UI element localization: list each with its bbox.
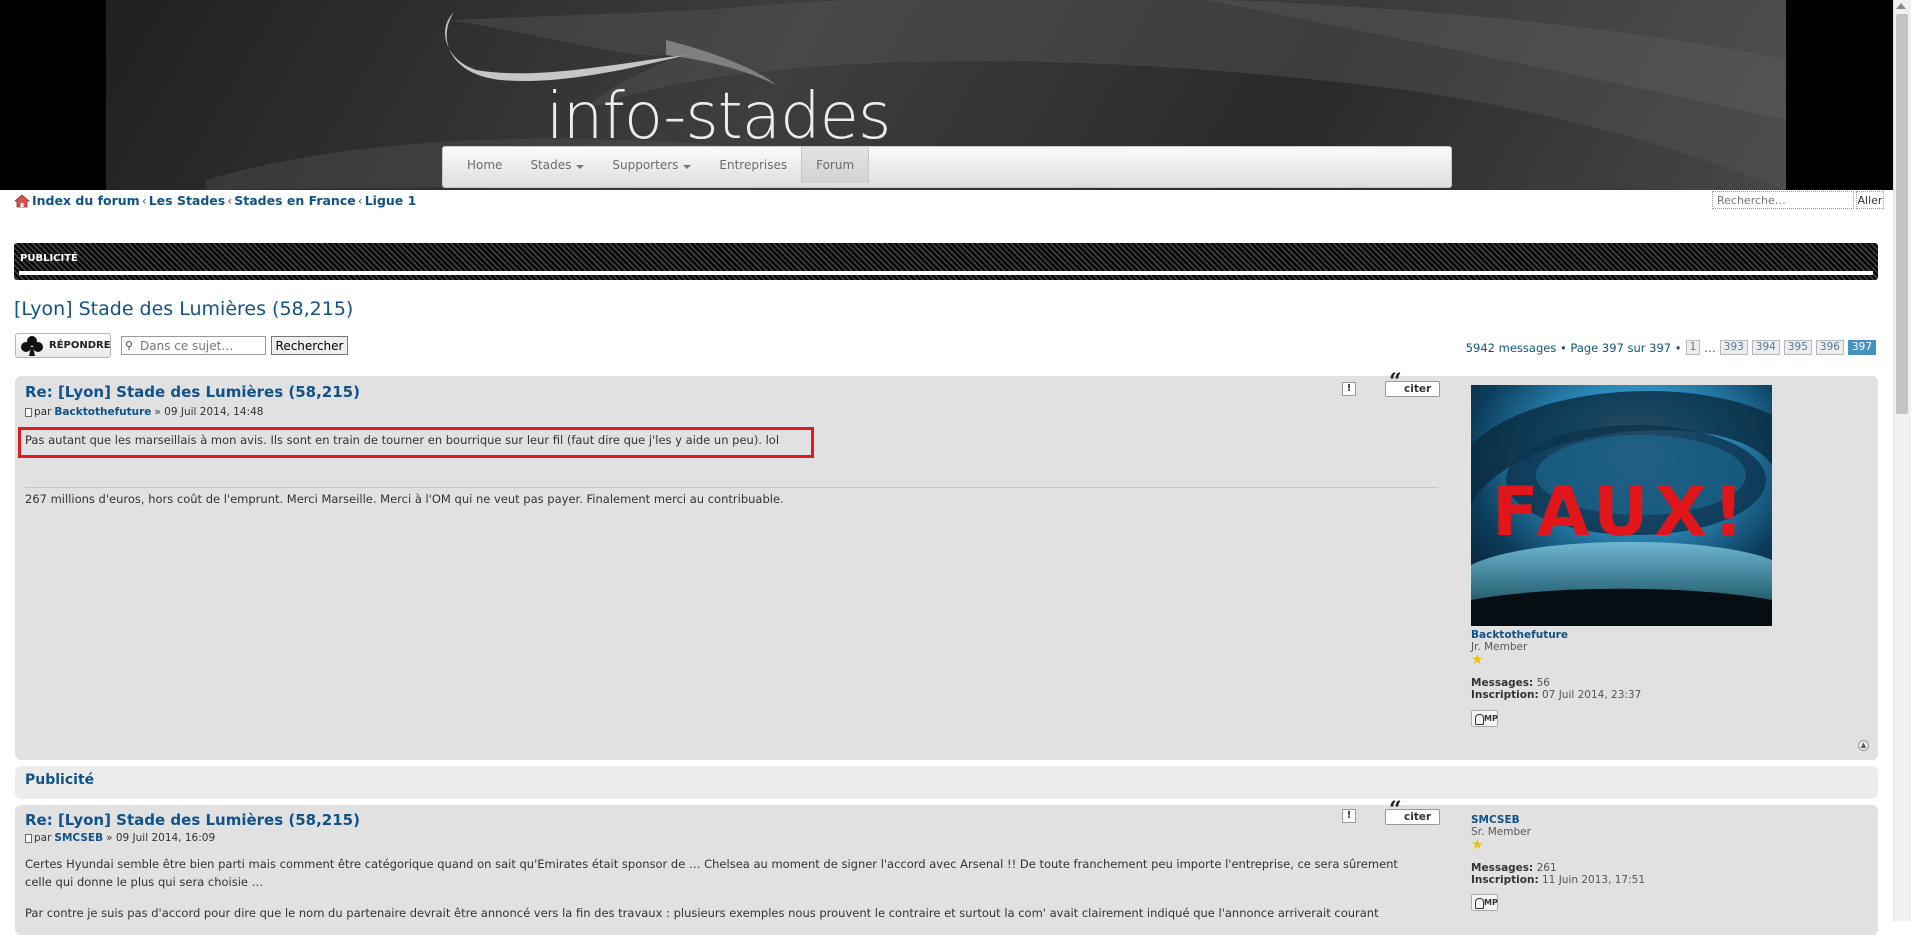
pagination: 5942 messages • Page 397 sur 397 • 1 … 3… bbox=[1466, 340, 1876, 355]
search-go-button[interactable]: Aller bbox=[1856, 191, 1884, 209]
avatar-image: FAUX! bbox=[1471, 385, 1772, 626]
report-button[interactable]: ! bbox=[1342, 809, 1356, 823]
main-navbar: Home Stades Supporters Entreprises Forum bbox=[442, 146, 1452, 188]
reply-button[interactable]: RÉPONDRE bbox=[15, 333, 111, 358]
pagination-ellipsis: … bbox=[1704, 340, 1716, 355]
nav-entreprises[interactable]: Entreprises bbox=[705, 147, 801, 183]
nav-home-label: Home bbox=[467, 158, 503, 172]
page-link-393[interactable]: 393 bbox=[1719, 340, 1748, 355]
private-message-button[interactable]: MP bbox=[1471, 710, 1498, 727]
reply-button-label: RÉPONDRE bbox=[49, 340, 111, 351]
profile-joined: Inscription: 07 Juil 2014, 23:37 bbox=[1471, 689, 1641, 701]
topic-search-input[interactable] bbox=[121, 336, 266, 355]
ad-banner-label: PUBLICITÉ bbox=[20, 253, 78, 264]
search-input[interactable] bbox=[1712, 191, 1854, 209]
quote-button-label: citer bbox=[1404, 811, 1432, 823]
site-logo[interactable]: info-stades bbox=[546, 82, 891, 152]
home-icon bbox=[14, 193, 30, 207]
breadcrumb-index[interactable]: Index du forum bbox=[32, 193, 140, 208]
post-by: par bbox=[34, 406, 52, 418]
ad-banner-divider bbox=[19, 271, 1873, 275]
post-title[interactable]: Re: [Lyon] Stade des Lumières (58,215) bbox=[25, 383, 360, 401]
post-author-link[interactable]: Backtothefuture bbox=[54, 406, 151, 418]
profile-name[interactable]: Backtothefuture bbox=[1471, 629, 1568, 641]
post-link-icon[interactable] bbox=[25, 833, 32, 843]
post-date: » 09 Juil 2014, 16:09 bbox=[106, 832, 216, 844]
profile-messages-label: Messages: bbox=[1471, 862, 1534, 874]
topic-title[interactable]: [Lyon] Stade des Lumières (58,215) bbox=[14, 298, 353, 320]
caret-down-icon bbox=[576, 165, 585, 169]
post-by: par bbox=[34, 832, 52, 844]
breadcrumb-separator: ‹ bbox=[227, 193, 233, 208]
quote-button[interactable]: “ citer bbox=[1385, 799, 1440, 825]
post-body: Certes Hyundai semble être bien parti ma… bbox=[25, 855, 1445, 922]
profile-messages: Messages: 261 bbox=[1471, 862, 1557, 874]
profile-joined-label: Inscription: bbox=[1471, 689, 1539, 701]
profile-messages-count[interactable]: 56 bbox=[1537, 677, 1550, 689]
caret-down-icon bbox=[683, 165, 692, 169]
profile-messages: Messages: 56 bbox=[1471, 677, 1550, 689]
profile-messages-count[interactable]: 261 bbox=[1537, 862, 1557, 874]
private-message-button[interactable]: MP bbox=[1471, 894, 1498, 911]
breadcrumb: Index du forum ‹ Les Stades ‹ Stades en … bbox=[14, 193, 416, 208]
nav-forum-label: Forum bbox=[816, 158, 855, 172]
pagination-summary: 5942 messages • Page 397 sur 397 • bbox=[1465, 340, 1682, 355]
profile-joined: Inscription: 11 Juin 2013, 17:51 bbox=[1471, 874, 1645, 886]
breadcrumb-separator: ‹ bbox=[357, 193, 363, 208]
post-signature: 267 millions d'euros, hors coût de l'emp… bbox=[25, 492, 784, 506]
site-header: info-stades Home Stades Supporters Entre… bbox=[0, 0, 1911, 190]
magnifier-icon: ⚲ bbox=[125, 339, 134, 352]
profile-joined-date: 07 Juil 2014, 23:37 bbox=[1542, 689, 1642, 701]
post-author-link[interactable]: SMCSEB bbox=[54, 832, 103, 844]
page-current-397: 397 bbox=[1847, 340, 1876, 355]
breadcrumb-stades-en-france[interactable]: Stades en France bbox=[234, 193, 355, 208]
post-body: Pas autant que les marseillais à mon avi… bbox=[25, 433, 780, 447]
nav-forum[interactable]: Forum bbox=[801, 147, 870, 183]
post-paragraph: Certes Hyundai semble être bien parti ma… bbox=[25, 857, 1398, 871]
profile-name[interactable]: SMCSEB bbox=[1471, 814, 1520, 826]
ad-banner: PUBLICITÉ bbox=[14, 243, 1878, 280]
page-link-394[interactable]: 394 bbox=[1751, 340, 1780, 355]
back-to-top-icon[interactable]: ▲ bbox=[1858, 740, 1869, 751]
post: Re: [Lyon] Stade des Lumières (58,215) p… bbox=[15, 799, 1878, 935]
nav-supporters-label: Supporters bbox=[612, 158, 679, 172]
profile-joined-label: Inscription: bbox=[1471, 874, 1539, 886]
quote-icon: “ bbox=[1389, 369, 1402, 395]
rank-star-icon: ★ bbox=[1471, 652, 1484, 668]
nav-entreprises-label: Entreprises bbox=[719, 158, 788, 172]
profile-messages-label: Messages: bbox=[1471, 677, 1534, 689]
quote-button-label: citer bbox=[1404, 383, 1432, 395]
post: Re: [Lyon] Stade des Lumières (58,215) p… bbox=[15, 371, 1878, 760]
breadcrumb-separator: ‹ bbox=[141, 193, 147, 208]
post-paragraph: celle qui donne le plus qui sera choisie… bbox=[25, 875, 264, 889]
avatar-caption: FAUX! bbox=[1492, 473, 1750, 552]
avatar: FAUX! bbox=[1471, 385, 1772, 626]
page-link-395[interactable]: 395 bbox=[1783, 340, 1812, 355]
ad-panel: Publicité bbox=[15, 766, 1878, 799]
report-button[interactable]: ! bbox=[1342, 382, 1356, 396]
nav-supporters[interactable]: Supporters bbox=[598, 147, 705, 183]
post-paragraph: Par contre je suis pas d'accord pour dir… bbox=[25, 906, 1379, 920]
profile-joined-date: 11 Juin 2013, 17:51 bbox=[1542, 874, 1646, 886]
post-link-icon[interactable] bbox=[25, 407, 32, 417]
quote-icon: “ bbox=[1389, 797, 1402, 823]
post-meta: par SMCSEB » 09 Juil 2014, 16:09 bbox=[25, 832, 215, 844]
scroll-up-arrow-icon[interactable] bbox=[1896, 3, 1906, 9]
topic-search-button[interactable]: Rechercher bbox=[271, 336, 348, 355]
post-date: » 09 Juil 2014, 14:48 bbox=[154, 406, 264, 418]
page-link-1[interactable]: 1 bbox=[1685, 340, 1701, 355]
scrollbar-thumb[interactable] bbox=[1896, 14, 1908, 414]
club-icon bbox=[21, 335, 43, 356]
breadcrumb-ligue-1[interactable]: Ligue 1 bbox=[365, 193, 417, 208]
quote-button[interactable]: “ citer bbox=[1385, 371, 1440, 397]
nav-stades[interactable]: Stades bbox=[516, 147, 598, 183]
breadcrumb-les-stades[interactable]: Les Stades bbox=[149, 193, 226, 208]
rank-star-icon: ★ bbox=[1471, 837, 1484, 853]
page-link-396[interactable]: 396 bbox=[1815, 340, 1844, 355]
post-meta: par Backtothefuture » 09 Juil 2014, 14:4… bbox=[25, 406, 263, 418]
post-title[interactable]: Re: [Lyon] Stade des Lumières (58,215) bbox=[25, 811, 360, 829]
nav-stades-label: Stades bbox=[530, 158, 572, 172]
nav-home[interactable]: Home bbox=[453, 147, 516, 183]
signature-divider bbox=[25, 487, 1438, 488]
